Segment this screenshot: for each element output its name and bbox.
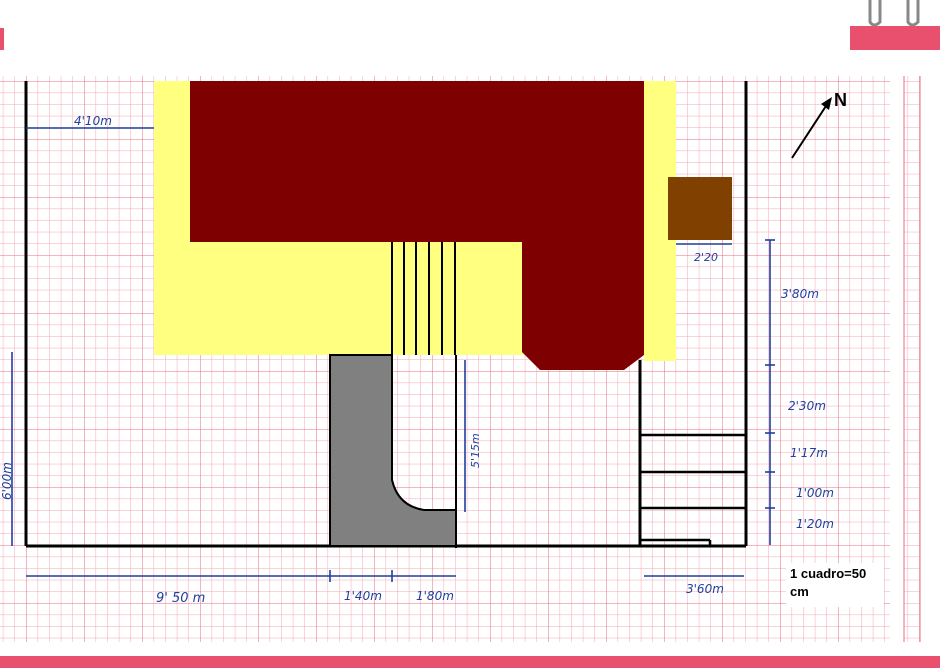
dim-5-15: 5'15m	[469, 433, 482, 468]
dim-1-17: 1'17m	[790, 446, 828, 460]
dim-9-50: 9' 50 m	[156, 591, 205, 606]
dim-1-20: 1'20m	[796, 517, 834, 531]
scale-legend-text: 1 cuadro=50 cm	[790, 566, 867, 599]
binding-bottom	[0, 656, 940, 668]
title-blank-area	[4, 6, 850, 56]
dim-6-00: 6'00m	[0, 462, 14, 500]
shed-block	[668, 177, 732, 240]
dim-3-60: 3'60m	[686, 582, 724, 596]
scale-legend: 1 cuadro=50 cm	[786, 563, 884, 607]
dim-1-40: 1'40m	[344, 589, 382, 603]
north-label: N	[834, 90, 847, 110]
dim-1-00: 1'00m	[796, 486, 834, 500]
dim-3-80: 3'80m	[781, 287, 819, 301]
dim-4-10: 4'10m	[74, 114, 112, 128]
dim-2-20: 2'20	[694, 251, 718, 264]
dim-1-80: 1'80m	[416, 589, 454, 603]
dim-2-30: 2'30m	[788, 399, 826, 413]
